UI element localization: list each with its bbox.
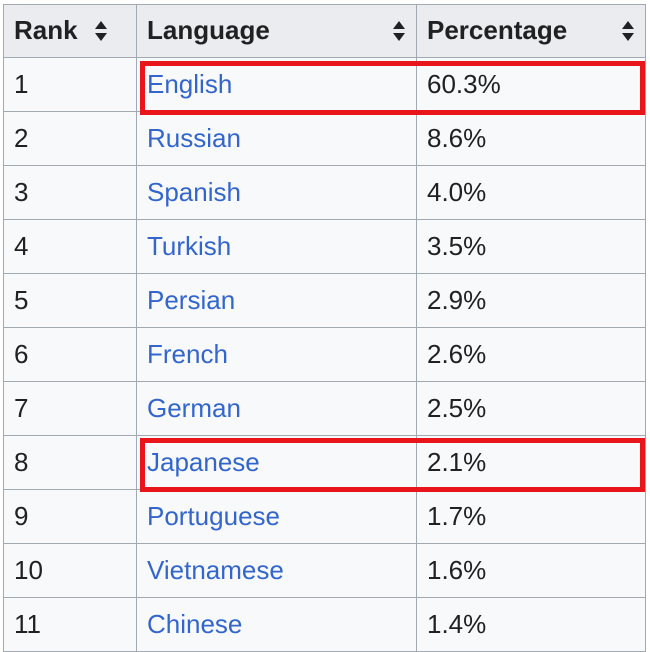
table-row: 11 Chinese 1.4% bbox=[4, 598, 646, 652]
language-link[interactable]: Chinese bbox=[147, 609, 242, 639]
column-header-rank-label: Rank bbox=[14, 16, 78, 46]
table-header-row: Rank Language bbox=[4, 5, 646, 58]
sort-both-arrows-icon[interactable] bbox=[94, 19, 108, 43]
cell-rank: 9 bbox=[4, 490, 137, 544]
cell-rank: 10 bbox=[4, 544, 137, 598]
cell-percentage: 2.9% bbox=[417, 274, 646, 328]
table-row: 9 Portuguese 1.7% bbox=[4, 490, 646, 544]
column-header-percentage-label: Percentage bbox=[427, 16, 567, 46]
cell-language: Spanish bbox=[137, 166, 417, 220]
cell-rank: 1 bbox=[4, 58, 137, 112]
sort-both-arrows-icon[interactable] bbox=[392, 19, 406, 43]
cell-language: Vietnamese bbox=[137, 544, 417, 598]
cell-language: German bbox=[137, 382, 417, 436]
table-row: 2 Russian 8.6% bbox=[4, 112, 646, 166]
column-header-rank[interactable]: Rank bbox=[4, 5, 137, 58]
language-link[interactable]: Spanish bbox=[147, 177, 241, 207]
table-row: 4 Turkish 3.5% bbox=[4, 220, 646, 274]
table-row: 3 Spanish 4.0% bbox=[4, 166, 646, 220]
cell-percentage: 60.3% bbox=[417, 58, 646, 112]
language-link[interactable]: Russian bbox=[147, 123, 241, 153]
table-body: 1 English 60.3% 2 Russian 8.6% 3 Spanish… bbox=[4, 58, 646, 652]
cell-percentage: 2.5% bbox=[417, 382, 646, 436]
cell-rank: 11 bbox=[4, 598, 137, 652]
cell-language: French bbox=[137, 328, 417, 382]
column-header-percentage[interactable]: Percentage bbox=[417, 5, 646, 58]
cell-rank: 6 bbox=[4, 328, 137, 382]
language-link[interactable]: French bbox=[147, 339, 228, 369]
language-link[interactable]: German bbox=[147, 393, 241, 423]
cell-rank: 3 bbox=[4, 166, 137, 220]
cell-percentage: 3.5% bbox=[417, 220, 646, 274]
language-percentage-table: Rank Language bbox=[3, 4, 646, 652]
cell-rank: 2 bbox=[4, 112, 137, 166]
sort-both-arrows-icon[interactable] bbox=[621, 19, 635, 43]
cell-percentage: 1.6% bbox=[417, 544, 646, 598]
cell-language: English bbox=[137, 58, 417, 112]
language-link[interactable]: Turkish bbox=[147, 231, 231, 261]
column-header-language-label: Language bbox=[147, 16, 270, 46]
language-link[interactable]: English bbox=[147, 69, 232, 99]
cell-percentage: 8.6% bbox=[417, 112, 646, 166]
language-link[interactable]: Vietnamese bbox=[147, 555, 284, 585]
column-header-language[interactable]: Language bbox=[137, 5, 417, 58]
language-link[interactable]: Persian bbox=[147, 285, 235, 315]
table-row: 10 Vietnamese 1.6% bbox=[4, 544, 646, 598]
cell-rank: 7 bbox=[4, 382, 137, 436]
cell-language: Chinese bbox=[137, 598, 417, 652]
cell-percentage: 1.4% bbox=[417, 598, 646, 652]
language-link[interactable]: Portuguese bbox=[147, 501, 280, 531]
cell-language: Japanese bbox=[137, 436, 417, 490]
table-row: 7 German 2.5% bbox=[4, 382, 646, 436]
cell-rank: 5 bbox=[4, 274, 137, 328]
language-percentage-table-container: Rank Language bbox=[3, 4, 645, 652]
cell-language: Portuguese bbox=[137, 490, 417, 544]
table-row: 6 French 2.6% bbox=[4, 328, 646, 382]
cell-language: Persian bbox=[137, 274, 417, 328]
cell-percentage: 2.1% bbox=[417, 436, 646, 490]
cell-rank: 4 bbox=[4, 220, 137, 274]
table-row: 5 Persian 2.9% bbox=[4, 274, 646, 328]
cell-percentage: 1.7% bbox=[417, 490, 646, 544]
cell-language: Russian bbox=[137, 112, 417, 166]
table-row: 1 English 60.3% bbox=[4, 58, 646, 112]
cell-language: Turkish bbox=[137, 220, 417, 274]
language-link[interactable]: Japanese bbox=[147, 447, 260, 477]
table-header: Rank Language bbox=[4, 5, 646, 58]
table-row: 8 Japanese 2.1% bbox=[4, 436, 646, 490]
cell-rank: 8 bbox=[4, 436, 137, 490]
cell-percentage: 4.0% bbox=[417, 166, 646, 220]
cell-percentage: 2.6% bbox=[417, 328, 646, 382]
